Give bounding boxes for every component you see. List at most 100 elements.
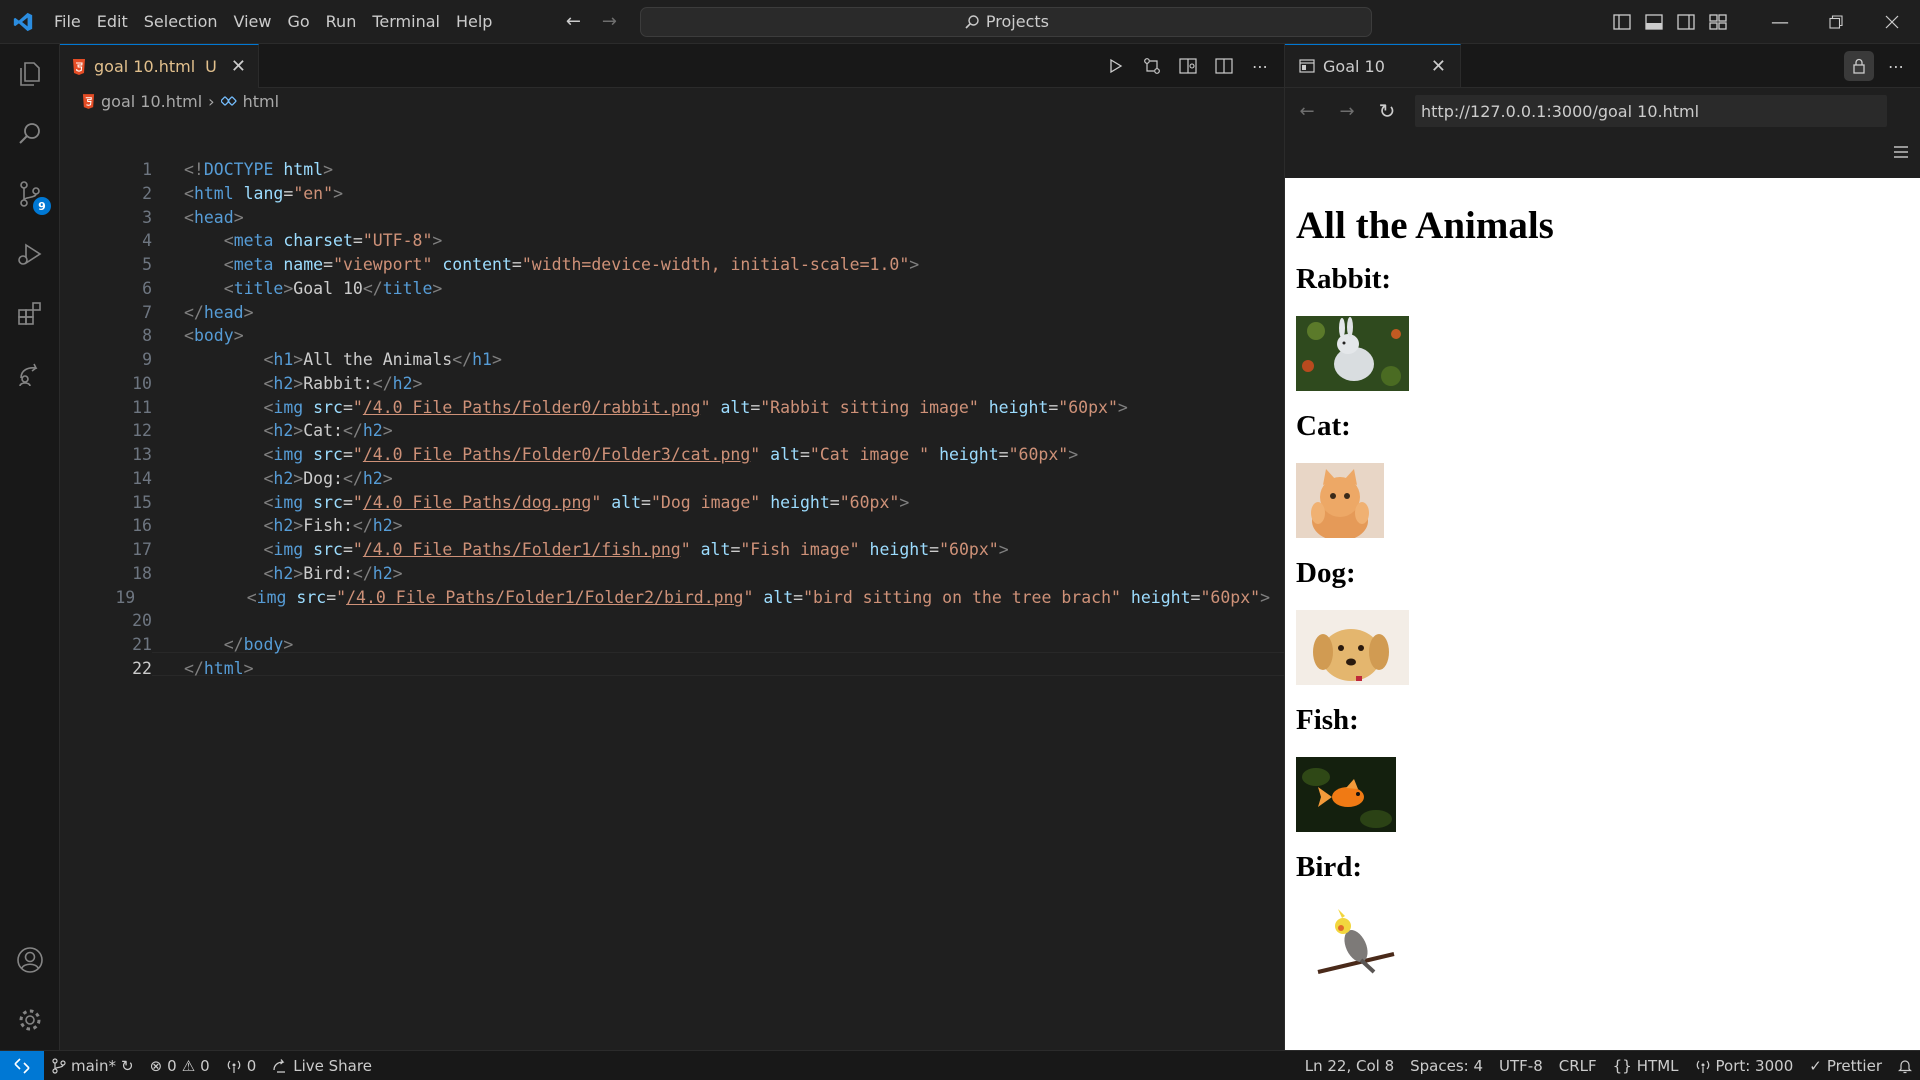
code-line[interactable]: 20 — [60, 609, 1270, 633]
code-line[interactable]: 3 <head> — [60, 206, 1270, 230]
forward-arrow-icon[interactable]: → — [596, 11, 622, 32]
code-line[interactable]: 22 </html> — [60, 657, 1270, 681]
close-tab-icon[interactable]: ✕ — [231, 56, 246, 77]
tab-preview-goal-10[interactable]: Goal 10 ✕ — [1285, 44, 1461, 87]
code-line[interactable]: 8 <body> — [60, 324, 1270, 348]
source-control-icon[interactable]: 9 — [0, 164, 60, 224]
forward-arrow-icon[interactable]: → — [1335, 101, 1359, 122]
open-preview-icon[interactable] — [1172, 51, 1204, 81]
live-share-icon[interactable] — [0, 344, 60, 404]
language-mode[interactable]: {} HTML — [1605, 1051, 1687, 1080]
branch-status[interactable]: main* ↻ — [44, 1051, 142, 1080]
cursor-position[interactable]: Ln 22, Col 8 — [1297, 1051, 1402, 1080]
command-center-search[interactable]: Projects — [640, 6, 1373, 37]
code-line[interactable]: 1 <!DOCTYPE html> — [60, 158, 1270, 182]
code-line[interactable]: 18 <h2>Bird:</h2> — [60, 562, 1270, 586]
status-bar-right: Ln 22, Col 8 Spaces: 4 UTF-8 CRLF {} HTM… — [1297, 1051, 1920, 1080]
preview-tab-label: Goal 10 — [1323, 56, 1385, 76]
code-line[interactable]: 17 <img src="/4.0 File Paths/Folder1/fis… — [60, 538, 1270, 562]
split-editor-icon[interactable] — [1208, 51, 1240, 81]
toggle-secondary-sidebar-icon[interactable] — [1670, 7, 1702, 37]
menu-run[interactable]: Run — [318, 7, 365, 37]
code-text: <img src="/4.0 File Paths/Folder1/Folder… — [246, 587, 1270, 607]
minimize-window-icon[interactable]: — — [1752, 0, 1808, 44]
code-line[interactable]: 12 <h2>Cat:</h2> — [60, 419, 1270, 443]
run-and-debug-icon[interactable] — [0, 224, 60, 284]
code-editor[interactable]: 1 <!DOCTYPE html> 2 <html lang="en"> 3 <head>… — [60, 158, 1270, 681]
remote-indicator-icon[interactable] — [0, 1050, 44, 1080]
restore-window-icon[interactable] — [1808, 0, 1864, 44]
code-line[interactable]: 10 <h2>Rabbit:</h2> — [60, 372, 1270, 396]
code-line[interactable]: 13 <img src="/4.0 File Paths/Folder0/Fol… — [60, 443, 1270, 467]
explorer-icon[interactable] — [0, 44, 60, 104]
code-line[interactable]: 2 <html lang="en"> — [60, 182, 1270, 206]
menu-file[interactable]: File — [46, 7, 89, 37]
menu-selection[interactable]: Selection — [136, 7, 226, 37]
open-changes-icon[interactable] — [1136, 51, 1168, 81]
menu-terminal[interactable]: Terminal — [364, 7, 448, 37]
code-line[interactable]: 21 </body> — [60, 633, 1270, 657]
close-window-icon[interactable] — [1864, 0, 1920, 44]
more-actions-icon[interactable]: ⋯ — [1880, 51, 1912, 81]
indentation[interactable]: Spaces: 4 — [1402, 1051, 1491, 1080]
code-line[interactable]: 11 <img src="/4.0 File Paths/Folder0/rab… — [60, 396, 1270, 420]
menu-view[interactable]: View — [226, 7, 280, 37]
line-number: 10 — [132, 373, 152, 393]
back-arrow-icon[interactable]: ← — [560, 11, 586, 32]
code-line[interactable]: 15 <img src="/4.0 File Paths/dog.png" al… — [60, 491, 1270, 515]
code-line[interactable]: 7 </head> — [60, 301, 1270, 325]
code-line[interactable]: 14 <h2>Dog:</h2> — [60, 467, 1270, 491]
html5-file-icon — [73, 58, 85, 75]
code-text: <title>Goal 10</title> — [223, 278, 443, 298]
notifications-bell-icon[interactable] — [1890, 1051, 1920, 1080]
menu-help[interactable]: Help — [448, 7, 500, 37]
code-line[interactable]: 19 <img src="/4.0 File Paths/Folder1/Fol… — [60, 586, 1270, 610]
live-share-status[interactable]: Live Share — [264, 1051, 380, 1080]
tab-goal-10-html[interactable]: goal 10.html U ✕ — [60, 44, 259, 88]
command-center-label: Projects — [985, 12, 1049, 31]
url-bar[interactable]: http://127.0.0.1:3000/goal 10.html — [1415, 95, 1887, 127]
search-icon[interactable] — [0, 104, 60, 164]
menu-hamburger-icon[interactable] — [1892, 144, 1910, 163]
ports-status[interactable]: 0 — [218, 1051, 265, 1080]
bird-image — [1296, 904, 1396, 979]
close-tab-icon[interactable]: ✕ — [1431, 56, 1446, 77]
code-line[interactable]: 6 <title>Goal 10</title> — [60, 277, 1270, 301]
code-line[interactable]: 4 <meta charset="UTF-8"> — [60, 229, 1270, 253]
menu-bar: File Edit Selection View Go Run Terminal… — [46, 0, 500, 44]
toggle-panel-icon[interactable] — [1638, 7, 1670, 37]
code-line[interactable]: 16 <h2>Fish:</h2> — [60, 514, 1270, 538]
more-actions-icon[interactable]: ⋯ — [1244, 51, 1276, 81]
preview-nav-bar: ← → ↻ http://127.0.0.1:3000/goal 10.html — [1285, 88, 1920, 134]
broadcast-icon — [227, 1060, 240, 1073]
menu-go[interactable]: Go — [279, 7, 317, 37]
branch-name: main* — [71, 1056, 116, 1075]
accounts-icon[interactable] — [0, 930, 60, 990]
code-line[interactable]: 9 <h1>All the Animals</h1> — [60, 348, 1270, 372]
line-number: 15 — [132, 492, 152, 512]
line-number: 5 — [142, 255, 152, 274]
run-file-icon[interactable] — [1100, 51, 1132, 81]
reload-icon[interactable]: ↻ — [1375, 99, 1399, 123]
encoding[interactable]: UTF-8 — [1491, 1051, 1551, 1080]
customize-layout-icon[interactable] — [1702, 7, 1734, 37]
code-text: <!DOCTYPE html> — [184, 160, 334, 179]
manage-gear-icon[interactable] — [0, 990, 60, 1050]
sync-icon[interactable]: ↻ — [121, 1057, 134, 1075]
breadcrumb-symbol[interactable]: html — [243, 92, 279, 111]
prettier-status[interactable]: ✓ Prettier — [1801, 1051, 1890, 1080]
braces-icon: {} — [1612, 1057, 1632, 1075]
end-of-line[interactable]: CRLF — [1551, 1051, 1605, 1080]
problems-status[interactable]: ⊗ 0 ⚠ 0 — [142, 1051, 218, 1080]
toggle-primary-sidebar-icon[interactable] — [1606, 7, 1638, 37]
breadcrumb-file[interactable]: goal 10.html — [101, 92, 202, 111]
extensions-icon[interactable] — [0, 284, 60, 344]
back-arrow-icon[interactable]: ← — [1295, 101, 1319, 122]
menu-edit[interactable]: Edit — [89, 7, 136, 37]
lock-group-icon[interactable] — [1844, 51, 1874, 81]
code-line[interactable]: 5 <meta name="viewport" content="width=d… — [60, 253, 1270, 277]
language-label: HTML — [1636, 1057, 1679, 1075]
live-server-port[interactable]: Port: 3000 — [1687, 1051, 1802, 1080]
line-number: 13 — [132, 445, 152, 464]
line-number: 11 — [132, 397, 152, 417]
